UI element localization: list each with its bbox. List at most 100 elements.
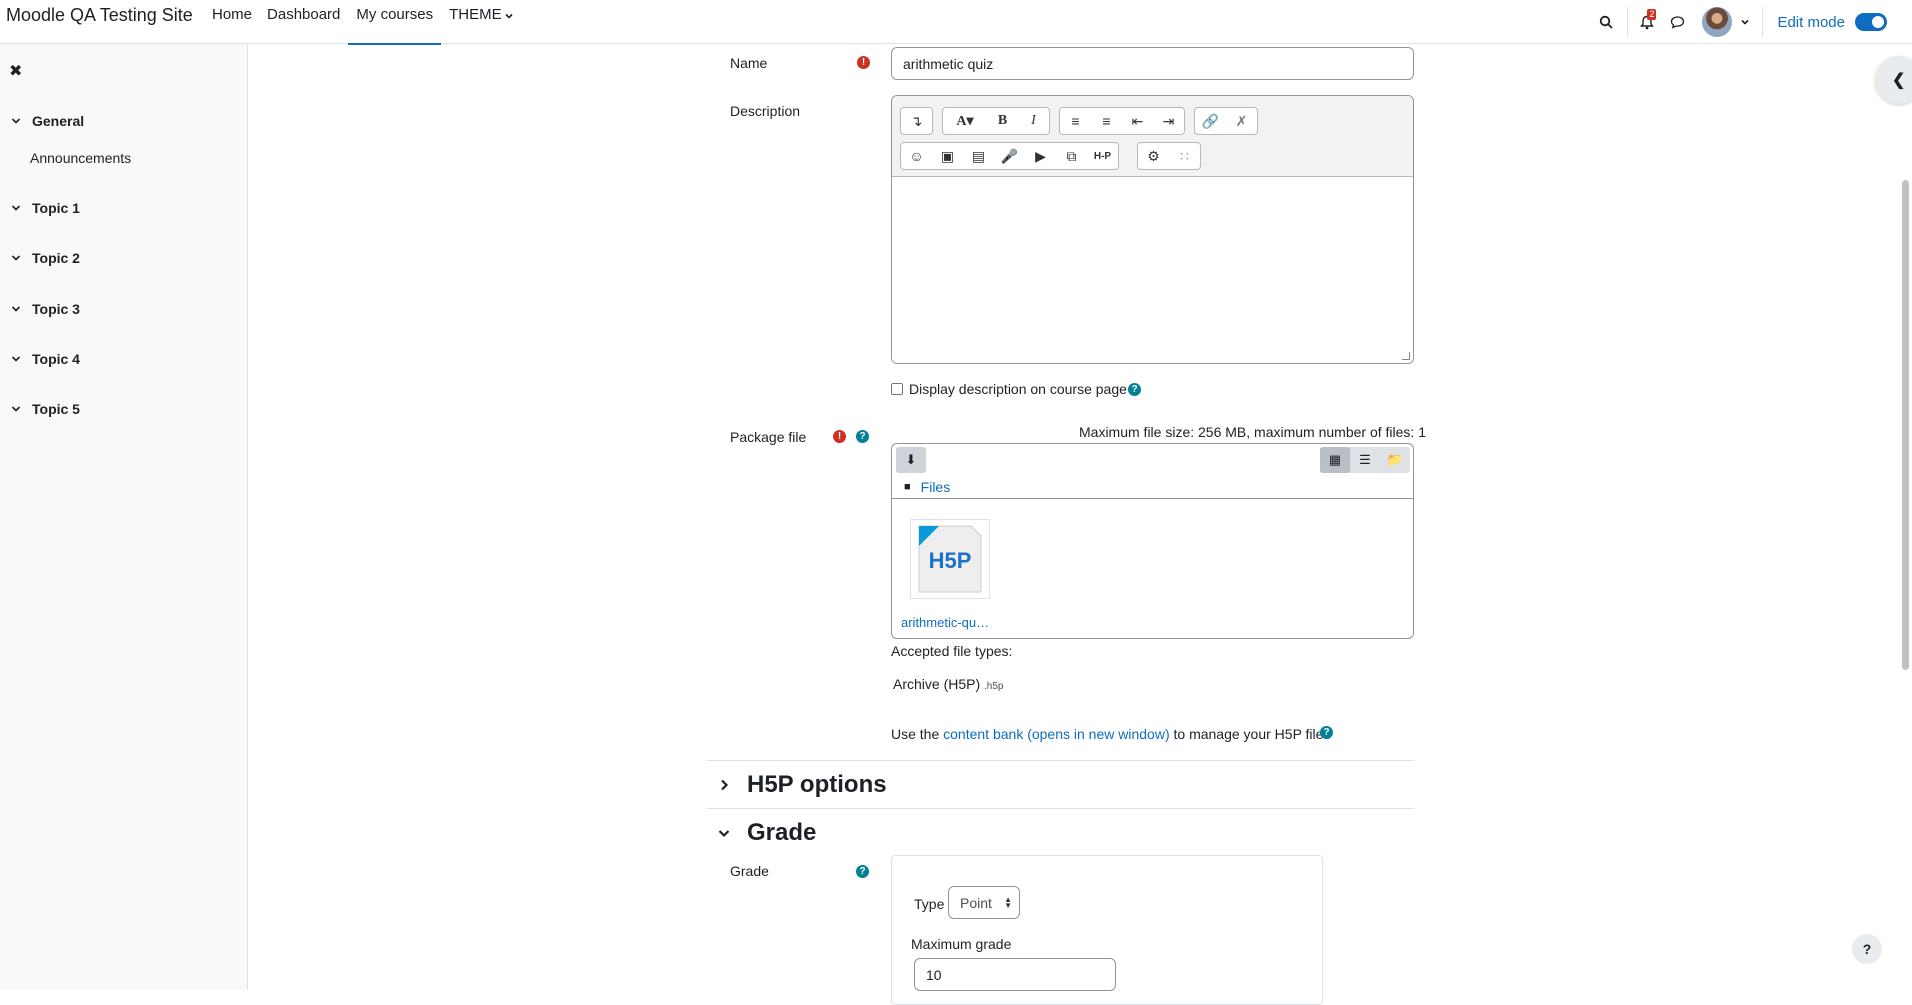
nav-home[interactable]: Home (205, 0, 259, 44)
h5p-file-icon: H5P (918, 525, 982, 593)
notifications-bell-icon[interactable]: 2 (1632, 7, 1662, 37)
files-root-link[interactable]: Files (921, 479, 951, 495)
chevron-down-icon[interactable] (10, 353, 22, 365)
toolbar-group-accessibility: ⚙ ∷ (1137, 142, 1201, 170)
editor-toolbar: ↴ A▾ B I ≡ ≡ ⇤ ⇥ 🔗 ✗ ☺ ▣ ▤ 🎤 ▶ ⧉ H-P ⚙ ∷ (892, 96, 1413, 177)
accepted-type-item: Archive (H5P) .h5p (893, 676, 1004, 692)
help-icon[interactable]: ? (856, 430, 869, 443)
nav-my-courses[interactable]: My courses (348, 0, 441, 45)
file-manager-toolbar: ⬇ ▦ ☰ 📁 ■ Files (892, 444, 1413, 499)
user-menu-chevron-down-icon[interactable] (1740, 17, 1750, 27)
accessibility-checker-icon[interactable]: ⚙ (1138, 143, 1169, 169)
help-button[interactable]: ? (1852, 934, 1882, 964)
unordered-list-icon[interactable]: ≡ (1060, 108, 1091, 134)
chevron-down-icon[interactable] (10, 202, 22, 214)
grade-type-select[interactable]: Point ▲ ▼ (948, 886, 1020, 919)
grade-section-header[interactable]: Grade (707, 808, 1414, 856)
primary-navigation: Home Dashboard My courses THEME (205, 0, 522, 45)
content-bank-link[interactable]: content bank (opens in new window) (943, 726, 1169, 742)
display-description-label[interactable]: Display description on course page (909, 381, 1127, 397)
file-manager: ⬇ ▦ ☰ 📁 ■ Files H5P arithmetic-qu… (891, 443, 1414, 639)
chevron-right-icon[interactable] (717, 778, 731, 792)
course-section-label: General (32, 113, 85, 129)
course-section-topic-3[interactable]: Topic 3 (10, 301, 80, 317)
course-section-label: Topic 2 (32, 250, 80, 266)
h5p-file-thumbnail[interactable]: H5P (910, 519, 990, 599)
chevron-down-icon (505, 13, 513, 19)
file-limits-text: Maximum file size: 256 MB, maximum numbe… (1079, 424, 1426, 440)
emoticon-icon[interactable]: ☺ (901, 143, 932, 169)
h5p-icon[interactable]: H-P (1087, 143, 1118, 169)
nav-theme[interactable]: THEME (442, 0, 521, 44)
download-icon[interactable]: ⬇ (896, 447, 926, 473)
ordered-list-icon[interactable]: ≡ (1091, 108, 1122, 134)
open-block-drawer-button[interactable]: ❮ (1875, 56, 1912, 104)
help-icon[interactable]: ? (856, 865, 869, 878)
package-file-label: Package file (730, 429, 807, 445)
image-icon[interactable]: ▣ (932, 143, 963, 169)
show-more-buttons-icon[interactable]: ↴ (901, 108, 932, 134)
max-grade-input[interactable]: 10 (914, 958, 1116, 991)
indent-icon[interactable]: ⇥ (1153, 108, 1184, 134)
chevron-down-icon[interactable] (10, 252, 22, 264)
course-section-topic-2[interactable]: Topic 2 (10, 250, 80, 266)
course-section-topic-5[interactable]: Topic 5 (10, 401, 80, 417)
help-icon[interactable]: ? (1128, 383, 1141, 396)
course-section-topic-1[interactable]: Topic 1 (10, 200, 80, 216)
messages-icon[interactable] (1662, 7, 1692, 37)
manage-files-icon[interactable]: ⧉ (1056, 143, 1087, 169)
link-icon[interactable]: 🔗 (1195, 108, 1226, 134)
accepted-type-name: Archive (H5P) (893, 676, 981, 692)
display-description-checkbox[interactable] (891, 383, 903, 395)
close-drawer-icon[interactable]: ✖ (9, 61, 22, 81)
description-editor[interactable]: ↴ A▾ B I ≡ ≡ ⇤ ⇥ 🔗 ✗ ☺ ▣ ▤ 🎤 ▶ ⧉ H-P ⚙ ∷ (891, 95, 1414, 364)
chevron-down-icon[interactable] (10, 115, 22, 127)
file-name-link[interactable]: arithmetic-qu… (901, 615, 989, 630)
media-icon[interactable]: ▤ (963, 143, 994, 169)
course-section-topic-4[interactable]: Topic 4 (10, 351, 80, 367)
chevron-down-icon[interactable] (10, 403, 22, 415)
edit-mode-label[interactable]: Edit mode (1777, 14, 1845, 31)
user-avatar[interactable] (1702, 7, 1733, 37)
folder-icon: ■ (904, 481, 911, 493)
italic-icon[interactable]: I (1018, 108, 1049, 134)
course-activity-announcements[interactable]: Announcements (30, 150, 131, 166)
record-video-icon[interactable]: ▶ (1025, 143, 1056, 169)
paragraph-styles-icon[interactable]: A▾ (943, 108, 987, 134)
unlink-icon[interactable]: ✗ (1226, 108, 1257, 134)
scrollbar[interactable] (1902, 180, 1909, 670)
nav-dashboard[interactable]: Dashboard (260, 0, 347, 44)
screenreader-helper-icon[interactable]: ∷ (1169, 143, 1200, 169)
view-mode-group: ▦ ☰ 📁 (1320, 447, 1410, 473)
folder-view-icon[interactable]: 📁 (1380, 447, 1410, 473)
grid-view-icon[interactable]: ▦ (1320, 447, 1350, 473)
select-arrows-icon: ▲ ▼ (1004, 894, 1012, 910)
record-audio-icon[interactable]: 🎤 (994, 143, 1025, 169)
course-section-general[interactable]: General (10, 113, 84, 129)
site-title[interactable]: Moodle QA Testing Site (6, 5, 193, 26)
chevron-down-icon[interactable] (717, 826, 731, 840)
chevron-down-icon[interactable] (10, 303, 22, 315)
grade-fieldset: Type Point ▲ ▼ Maximum grade 10 (891, 855, 1323, 1005)
grade-type-label: Type (914, 896, 945, 912)
bold-icon[interactable]: B (987, 108, 1018, 134)
toolbar-group-style: A▾ B I (942, 107, 1050, 135)
outdent-icon[interactable]: ⇤ (1122, 108, 1153, 134)
navbar-divider (1627, 7, 1629, 37)
description-label: Description (730, 103, 801, 119)
grade-label: Grade (730, 863, 769, 879)
toolbar-group-links: 🔗 ✗ (1194, 107, 1258, 135)
edit-mode-toggle[interactable] (1855, 13, 1887, 31)
h5p-options-section-header[interactable]: H5P options (707, 760, 1414, 808)
help-icon[interactable]: ? (1320, 726, 1333, 739)
description-editor-content[interactable] (892, 177, 1413, 363)
name-input[interactable]: arithmetic quiz (891, 47, 1414, 80)
nav-theme-label: THEME (449, 6, 502, 23)
editor-resize-handle[interactable] (1402, 352, 1410, 360)
required-icon: ! (833, 430, 846, 443)
toolbar-group-lists: ≡ ≡ ⇤ ⇥ (1059, 107, 1185, 135)
search-icon[interactable] (1591, 7, 1621, 37)
toolbar-group-media: ☺ ▣ ▤ 🎤 ▶ ⧉ H-P (900, 142, 1119, 170)
content-bank-text: Use the content bank (opens in new windo… (891, 726, 1330, 742)
list-view-icon[interactable]: ☰ (1350, 447, 1380, 473)
